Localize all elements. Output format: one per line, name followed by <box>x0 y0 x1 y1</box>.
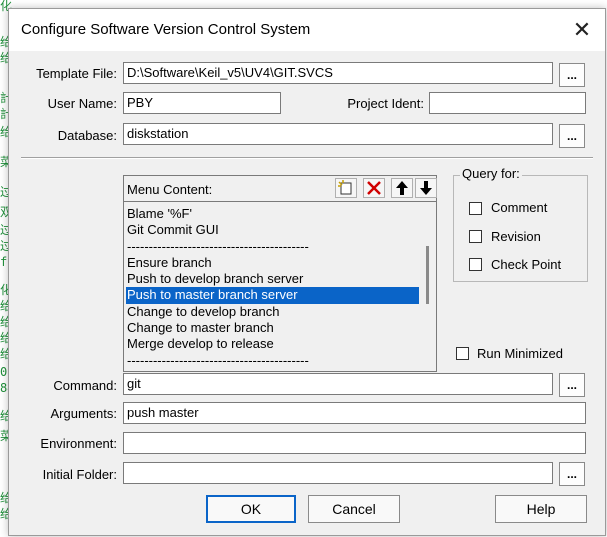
run-minimized-checkbox[interactable] <box>456 347 469 360</box>
cancel-button[interactable]: Cancel <box>308 495 400 523</box>
database-browse-button[interactable]: ... <box>559 124 585 148</box>
close-icon[interactable]: ✕ <box>567 15 597 45</box>
template-file-label: Template File: <box>36 66 117 81</box>
initial-folder-browse-button[interactable]: ... <box>559 462 585 486</box>
query-for-group: Query for: Comment Revision Check Point <box>453 166 588 282</box>
list-item[interactable]: ----------------------------------------… <box>126 353 419 369</box>
list-item[interactable]: ----------------------------------------… <box>126 239 419 255</box>
comment-label: Comment <box>491 200 548 215</box>
new-item-icon[interactable] <box>335 178 357 198</box>
move-up-icon[interactable] <box>391 178 413 198</box>
dialog-title: Configure Software Version Control Syste… <box>21 21 311 38</box>
user-name-field[interactable]: PBY <box>123 92 281 114</box>
delete-item-icon[interactable] <box>363 178 385 198</box>
list-item[interactable]: Ensure branch <box>126 255 419 271</box>
check-point-label: Check Point <box>491 257 562 272</box>
revision-label: Revision <box>491 229 541 244</box>
scrollbar-thumb[interactable] <box>426 246 429 304</box>
query-for-label: Query for: <box>460 166 522 181</box>
initial-folder-label: Initial Folder: <box>42 467 117 482</box>
list-item[interactable]: Change to develop branch <box>126 304 419 320</box>
list-item[interactable]: Change to master branch <box>126 320 419 336</box>
list-item[interactable]: Git Commit GUI <box>126 222 419 238</box>
list-item[interactable]: Merge develop to release <box>126 336 419 352</box>
menu-content-box: Menu Content: Blame '%F' Git Commit GUI … <box>123 175 437 372</box>
arguments-label: Arguments: <box>50 406 117 421</box>
environment-label: Environment: <box>40 436 117 451</box>
initial-folder-field[interactable] <box>123 462 553 484</box>
move-down-icon[interactable] <box>415 178 437 198</box>
revision-checkbox[interactable] <box>469 230 482 243</box>
list-item-selected[interactable]: Push to master branch server <box>126 287 419 304</box>
template-file-browse-button[interactable]: ... <box>559 63 585 87</box>
help-button[interactable]: Help <box>495 495 587 523</box>
list-item[interactable]: Push to develop branch server <box>126 271 419 287</box>
list-item[interactable]: Blame '%F' <box>126 206 419 222</box>
database-label: Database: <box>57 128 117 143</box>
menu-content-label: Menu Content: <box>127 182 213 197</box>
configure-svcs-dialog: Configure Software Version Control Syste… <box>8 8 606 536</box>
title-bar: Configure Software Version Control Syste… <box>9 9 605 51</box>
user-name-label: User Name: <box>47 96 117 111</box>
menu-content-toolbar: Menu Content: <box>124 176 437 202</box>
command-label: Command: <box>53 378 117 393</box>
ok-button[interactable]: OK <box>206 495 296 523</box>
separator <box>21 157 593 159</box>
environment-field[interactable] <box>123 432 586 454</box>
check-point-checkbox[interactable] <box>469 258 482 271</box>
menu-content-list[interactable]: Blame '%F' Git Commit GUI --------------… <box>126 206 419 370</box>
project-ident-label: Project Ident: <box>347 96 424 111</box>
comment-checkbox[interactable] <box>469 202 482 215</box>
arguments-field[interactable]: push master <box>123 402 586 424</box>
menu-list-scrollbar[interactable] <box>421 204 435 370</box>
command-field[interactable]: git <box>123 373 553 395</box>
database-field[interactable]: diskstation <box>123 123 553 145</box>
template-file-field[interactable]: D:\Software\Keil_v5\UV4\GIT.SVCS <box>123 62 553 84</box>
command-browse-button[interactable]: ... <box>559 373 585 397</box>
background-glyph: f <box>0 255 8 269</box>
project-ident-field[interactable] <box>429 92 586 114</box>
run-minimized-label: Run Minimized <box>477 346 563 361</box>
